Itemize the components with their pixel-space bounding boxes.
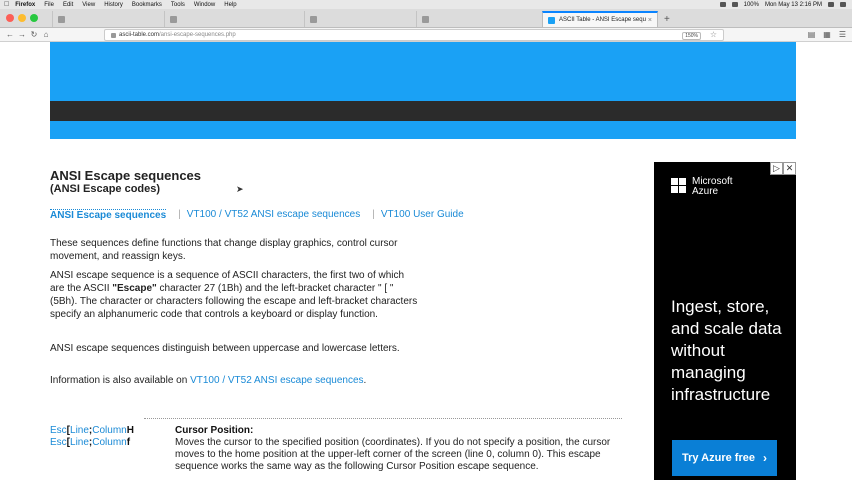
menu-history[interactable]: History [104,2,123,8]
menu-help[interactable]: Help [224,2,236,8]
menu-view[interactable]: View [82,2,95,8]
favicon-icon [170,15,177,23]
new-tab-button[interactable]: + [664,11,670,27]
case-paragraph: ANSI escape sequences distinguish betwee… [50,343,400,354]
wifi-icon[interactable] [731,2,738,7]
menu-app[interactable]: Firefox [15,2,35,8]
clock[interactable]: Mon May 13 2:16 PM [765,2,822,8]
vt100-link[interactable]: VT100 / VT52 ANSI escape sequences [190,375,363,386]
battery-level[interactable]: 100% [744,2,759,8]
cursor-position-title: Cursor Position: [175,425,254,436]
ad-brand: Microsoft Azure [692,176,733,197]
tab-1[interactable] [52,11,164,27]
article-subnav: ANSI Escape sequences | VT100 / VT52 ANS… [50,209,464,221]
tab-ascii-table[interactable]: ASCII Table - ANSI Escape sequ × [542,11,658,27]
back-icon[interactable]: ← [4,30,16,39]
close-window-button[interactable] [6,14,14,22]
forward-icon[interactable]: → [16,30,28,39]
subnav-current[interactable]: ANSI Escape sequences [50,209,167,221]
escape-sequence-f: Esc[Line;Columnf [50,437,131,448]
menu-tools[interactable]: Tools [171,2,185,8]
site-subheader [50,121,796,139]
favicon-icon [422,15,429,23]
close-tab-icon[interactable]: × [648,17,652,24]
cursor-position-text: Moves the cursor to the specified positi… [175,437,611,472]
page-subtitle: (ANSI Escape codes) [50,183,161,195]
reload-icon[interactable]: ↻ [28,30,40,39]
minimize-window-button[interactable] [18,14,26,22]
favicon-icon [310,15,317,23]
window-controls [6,14,38,22]
menu-window[interactable]: Window [194,2,215,8]
macos-menubar:  Firefox File Edit View History Bookmar… [0,0,852,9]
escape-term: "Escape" [112,283,157,294]
library-icon[interactable]: ▤ [808,30,816,39]
definition-paragraph: ANSI escape sequence is a sequence of AS… [50,270,418,320]
tab-3[interactable] [304,11,416,27]
search-icon[interactable] [828,2,834,7]
mouse-cursor-icon: ➤ [236,184,244,194]
url-path: /ansi-escape-sequences.php [159,32,236,38]
ad-choices-icon[interactable]: ▷ [770,162,783,175]
tab-2[interactable] [164,11,304,27]
menu-edit[interactable]: Edit [63,2,73,8]
tab-strip: ASCII Table - ANSI Escape sequ × + [0,9,852,28]
subnav-vt100-vt52-link[interactable]: VT100 / VT52 ANSI escape sequences [187,209,360,221]
escape-sequence-h: Esc[Line;ColumnH [50,425,134,436]
home-icon[interactable]: ⌂ [40,30,52,39]
zoom-level[interactable]: 150% [682,32,701,40]
tab-label: ASCII Table - ANSI Escape sequ [559,17,646,23]
menu-bookmarks[interactable]: Bookmarks [132,2,162,8]
url-domain: ascii-table.com [119,32,160,38]
url-bar[interactable]: ascii-table.com/ansi-escape-sequences.ph… [104,29,724,41]
zoom-window-button[interactable] [30,14,38,22]
menu-file[interactable]: File [44,2,54,8]
azure-ad[interactable]: ▷ ✕ Microsoft Azure Ingest, store, and sc… [654,162,796,480]
page-title: ANSI Escape sequences [50,168,202,183]
subnav-vt100-guide-link[interactable]: VT100 User Guide [381,209,464,221]
favicon-icon [58,15,65,23]
intro-paragraph: These sequences define functions that ch… [50,238,398,262]
try-azure-button[interactable]: Try Azure free › [672,440,777,476]
bookmark-star-icon[interactable]: ☆ [710,30,717,39]
sidebar-icon[interactable]: ▦ [823,30,831,39]
chevron-right-icon: › [762,451,767,465]
microsoft-logo-icon [671,178,686,193]
menu-list-icon[interactable] [840,2,846,7]
info-icon[interactable] [111,32,116,38]
ad-choices: ▷ ✕ [770,162,796,175]
apple-icon[interactable]:  [4,1,9,8]
subnav-separator: | [372,209,375,220]
favicon-icon [548,16,555,24]
ad-close-icon[interactable]: ✕ [783,162,796,175]
ad-headline: Ingest, store, and scale data without ma… [671,297,782,404]
divider [144,418,622,419]
tab-4[interactable] [416,11,542,27]
navigation-bar: ← → ↻ ⌂ ascii-table.com/ansi-escape-sequ… [0,28,852,42]
hamburger-menu-icon[interactable]: ☰ [839,30,846,39]
subnav-separator: | [178,209,181,220]
site-header-banner [50,42,796,101]
site-nav-bar [50,101,796,121]
info-paragraph: Information is also available on VT100 /… [50,375,367,386]
status-icon[interactable] [719,2,726,7]
